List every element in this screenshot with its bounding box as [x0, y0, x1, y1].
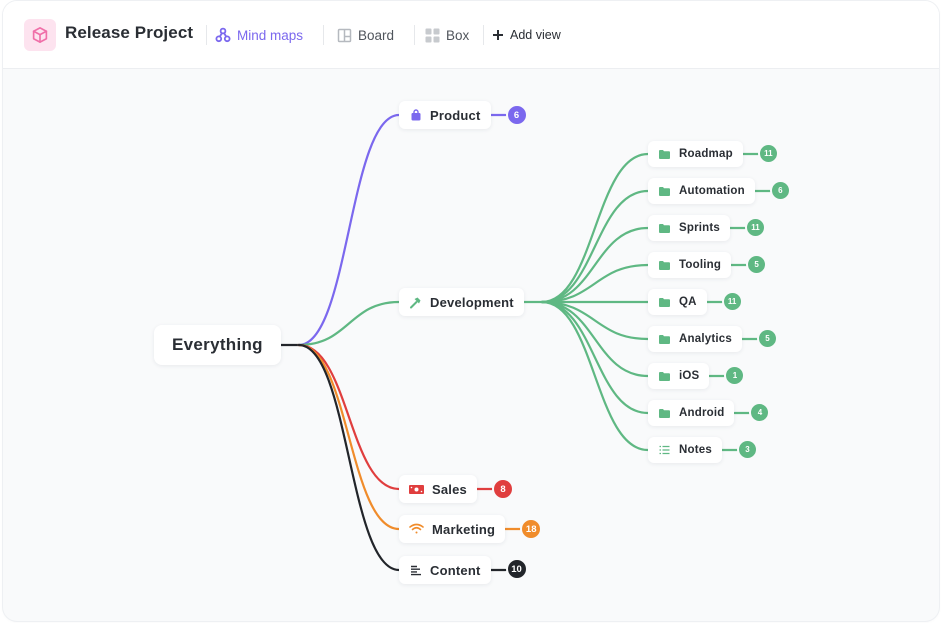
divider	[483, 25, 484, 45]
node-qa[interactable]: QA	[648, 289, 707, 315]
node-sales[interactable]: Sales	[399, 475, 477, 503]
cube-icon	[32, 27, 48, 43]
node-label: Sprints	[679, 222, 721, 234]
count-badge: 18	[520, 518, 543, 540]
box-grid-icon	[425, 28, 440, 42]
link-content	[297, 343, 401, 572]
link-android	[540, 300, 650, 415]
money-icon	[409, 483, 424, 496]
hammer-icon	[409, 296, 422, 309]
project-icon	[24, 19, 56, 51]
count-badge: 6	[505, 104, 528, 126]
link-marketing	[297, 343, 401, 531]
link-sprints	[540, 226, 650, 304]
count-badge: 8	[491, 478, 514, 500]
mind-map-canvas[interactable]: Everything Product 6 Development Sales 8	[3, 69, 939, 621]
link-notes	[540, 300, 650, 452]
folder-icon	[658, 148, 671, 161]
count-badge: 6	[769, 180, 791, 201]
node-notes[interactable]: Notes	[648, 437, 722, 463]
count-badge: 3	[736, 439, 758, 460]
node-label: Tooling	[679, 259, 722, 271]
node-label: Development	[430, 294, 514, 310]
link-ios	[540, 300, 650, 378]
folder-icon	[658, 407, 671, 420]
list-icon	[658, 444, 671, 457]
node-content[interactable]: Content	[399, 556, 491, 584]
link-sales	[297, 343, 401, 491]
node-marketing[interactable]: Marketing	[399, 515, 506, 543]
node-roadmap[interactable]: Roadmap	[648, 141, 743, 167]
project-title: Release Project	[65, 23, 194, 42]
tab-label: Mind maps	[237, 27, 304, 43]
count-badge: 4	[749, 402, 771, 423]
text-align-icon	[409, 564, 422, 577]
node-label: Roadmap	[679, 148, 733, 160]
node-label: Marketing	[432, 521, 496, 537]
count-badge: 11	[757, 143, 779, 164]
root-label: Everything	[172, 335, 263, 354]
tab-label: Box	[446, 27, 470, 43]
link-roadmap	[540, 152, 650, 304]
root-node[interactable]: Everything	[154, 325, 281, 365]
folder-icon	[658, 296, 671, 309]
divider	[206, 25, 207, 45]
plus-icon	[493, 30, 503, 40]
count-badge: 10	[505, 558, 528, 580]
node-label: Sales	[432, 481, 467, 497]
count-badge: 11	[745, 217, 767, 238]
node-analytics[interactable]: Analytics	[648, 326, 742, 352]
folder-icon	[658, 185, 671, 198]
count-badge: 1	[724, 365, 746, 386]
link-tooling	[540, 263, 650, 304]
node-label: Content	[430, 562, 481, 578]
node-ios[interactable]: iOS	[648, 363, 710, 389]
divider	[414, 25, 415, 45]
node-label: Automation	[679, 185, 745, 197]
shopping-bag-icon	[409, 109, 422, 122]
tab-board[interactable]: Board	[337, 25, 394, 45]
link-analytics	[540, 300, 650, 341]
tab-mind-maps[interactable]: Mind maps	[215, 25, 303, 45]
node-label: QA	[679, 296, 697, 308]
folder-icon	[658, 222, 671, 235]
node-automation[interactable]: Automation	[648, 178, 755, 204]
folder-icon	[658, 370, 671, 383]
node-sprints[interactable]: Sprints	[648, 215, 731, 241]
node-label: Notes	[679, 444, 712, 456]
tab-box[interactable]: Box	[425, 25, 469, 45]
node-android[interactable]: Android	[648, 400, 735, 426]
node-product[interactable]: Product	[399, 101, 491, 129]
node-label: Product	[430, 107, 481, 123]
divider	[323, 25, 324, 45]
link-automation	[540, 189, 650, 304]
mind-map-icon	[215, 27, 231, 43]
count-badge: 11	[721, 291, 743, 312]
count-badge: 5	[756, 328, 778, 349]
add-view-button[interactable]: Add view	[492, 25, 561, 45]
tab-label: Board	[358, 27, 395, 43]
app-window: Release Project Mind maps Board Box Add …	[3, 1, 939, 621]
add-view-label: Add view	[510, 28, 561, 42]
folder-icon	[658, 259, 671, 272]
node-label: Android	[679, 407, 725, 419]
folder-icon	[658, 333, 671, 346]
node-label: Analytics	[679, 333, 732, 345]
link-product	[297, 113, 401, 347]
count-badge: 5	[746, 254, 768, 275]
node-tooling[interactable]: Tooling	[648, 252, 732, 278]
wifi-icon	[409, 523, 424, 536]
board-icon	[337, 28, 352, 42]
header: Release Project Mind maps Board Box Add …	[3, 1, 939, 69]
node-label: iOS	[679, 370, 700, 382]
node-development[interactable]: Development	[399, 288, 524, 316]
link-development	[297, 300, 401, 347]
